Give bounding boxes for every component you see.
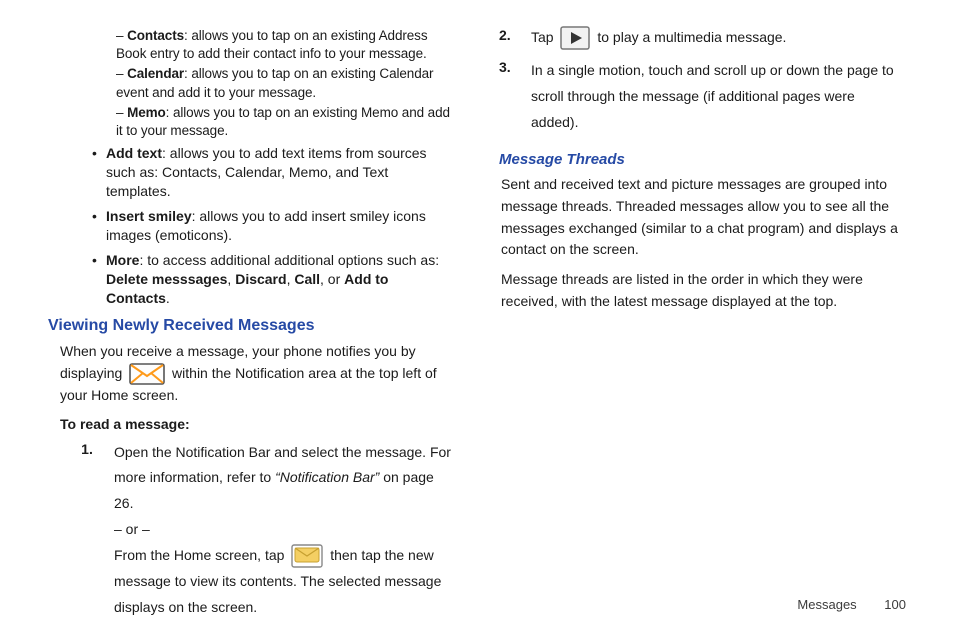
label-more: More [106, 252, 139, 268]
opt-delete: Delete messsages [106, 271, 227, 287]
label-add-text: Add text [106, 145, 162, 161]
step3-text: In a single motion, touch and scroll up … [531, 62, 894, 130]
heading-message-threads: Message Threads [499, 150, 906, 170]
label-calendar: Calendar [127, 66, 184, 81]
bullet-insert-smiley: • Insert smiley: allows you to add inser… [48, 207, 455, 245]
envelope-icon [129, 363, 165, 385]
step-1: 1. Open the Notification Bar and select … [48, 440, 455, 621]
play-button-icon [560, 26, 590, 50]
manual-page: – Contacts: allows you to tap on an exis… [0, 0, 954, 636]
step1-or: – or – [114, 517, 455, 543]
heading-viewing-newly: Viewing Newly Received Messages [48, 315, 455, 337]
step-2-number: 2. [499, 26, 531, 50]
subitem-contacts: – Contacts: allows you to tap on an exis… [48, 27, 455, 63]
two-column-layout: – Contacts: allows you to tap on an exis… [48, 26, 906, 621]
intro-paragraph: When you receive a message, your phone n… [48, 341, 455, 407]
bullet-dot-icon: • [92, 251, 106, 308]
period: . [166, 290, 170, 306]
text-more-lead: : to access additional additional option… [139, 252, 439, 268]
step-2: 2. Tap to play a multimedia message. [499, 26, 906, 50]
step-3-number: 3. [499, 58, 531, 136]
left-column: – Contacts: allows you to tap on an exis… [48, 26, 477, 621]
label-memo: Memo [127, 105, 166, 120]
to-read-label: To read a message: [48, 415, 455, 434]
right-column: 2. Tap to play a multimedia message. 3. [477, 26, 906, 621]
step1-ref: “Notification Bar” [275, 469, 379, 485]
bullet-more: • More: to access additional additional … [48, 251, 455, 308]
text-memo: : allows you to tap on an existing Memo … [116, 105, 450, 138]
step2-a: Tap [531, 29, 557, 45]
label-insert-smiley: Insert smiley [106, 208, 192, 224]
step-3: 3. In a single motion, touch and scroll … [499, 58, 906, 136]
bullet-add-text: • Add text: allows you to add text items… [48, 144, 455, 201]
threads-para-2: Message threads are listed in the order … [501, 269, 906, 312]
footer-page-number: 100 [884, 596, 906, 614]
step1-c-a: From the Home screen, tap [114, 547, 288, 563]
subitem-memo: – Memo: allows you to tap on an existing… [48, 104, 455, 140]
threads-para-1: Sent and received text and picture messa… [501, 174, 906, 261]
page-footer: Messages 100 [797, 596, 906, 614]
opt-discard: Discard [235, 271, 286, 287]
sep-or: , or [320, 271, 344, 287]
step2-b: to play a multimedia message. [597, 29, 786, 45]
subitem-calendar: – Calendar: allows you to tap on an exis… [48, 65, 455, 101]
label-contacts: Contacts [127, 28, 184, 43]
messaging-app-icon [291, 544, 323, 568]
step-1-number: 1. [60, 440, 114, 621]
bullet-dot-icon: • [92, 207, 106, 245]
bullet-dot-icon: • [92, 144, 106, 201]
footer-section: Messages [797, 597, 856, 612]
opt-call: Call [294, 271, 320, 287]
